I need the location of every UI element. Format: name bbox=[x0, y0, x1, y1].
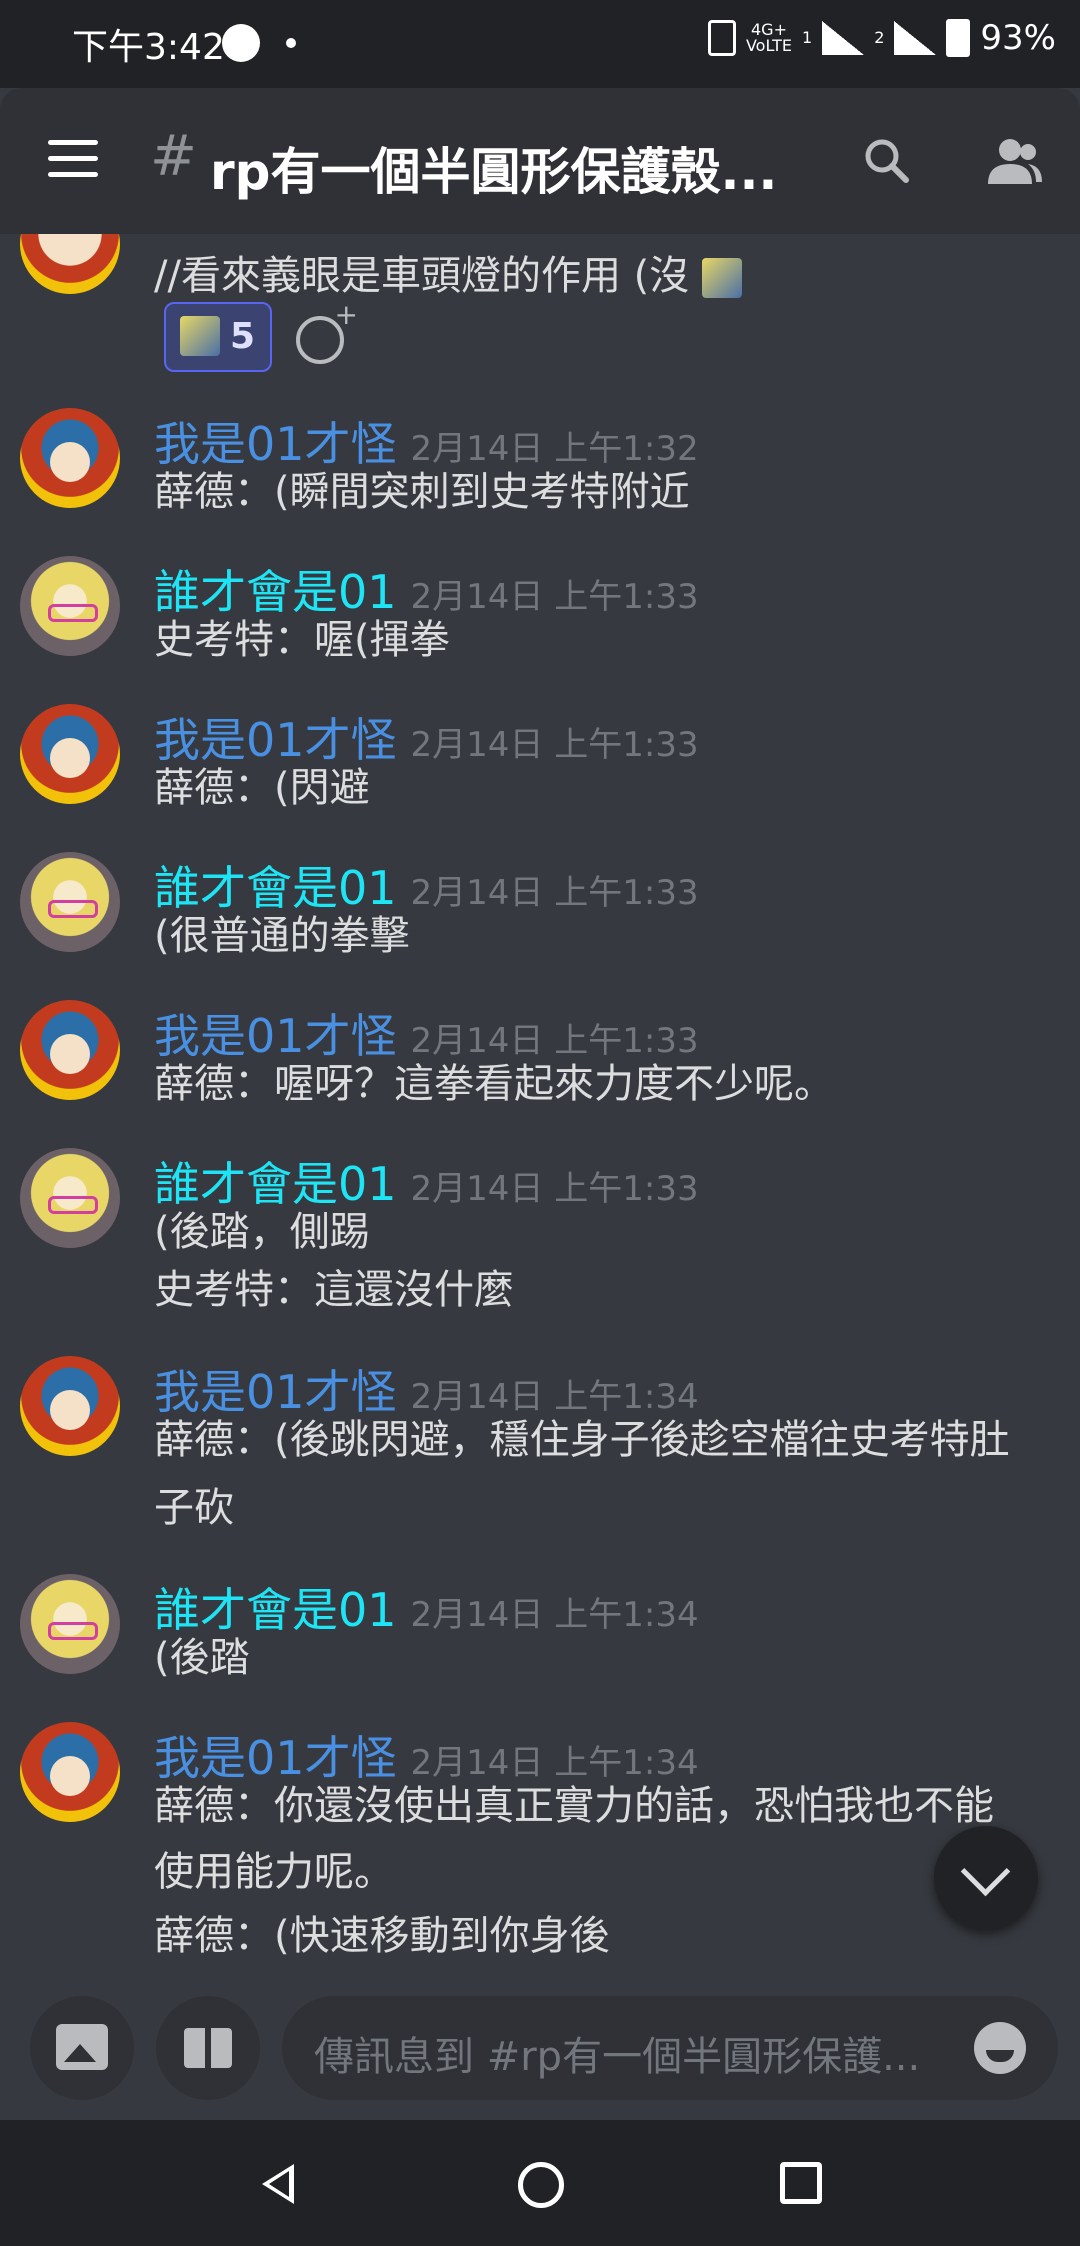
avatar[interactable] bbox=[20, 1722, 120, 1822]
signal-sim1-icon bbox=[822, 21, 865, 55]
notification-dot-icon bbox=[286, 38, 296, 48]
message-text: 子砍 bbox=[154, 1485, 234, 1531]
status-bar: 下午3:42 4G+ VoLTE 1 2 93% bbox=[0, 0, 1080, 88]
add-reaction-icon[interactable] bbox=[296, 298, 358, 364]
reaction-chip[interactable]: 5 bbox=[164, 302, 272, 372]
avatar[interactable] bbox=[20, 852, 120, 952]
avatar[interactable] bbox=[20, 556, 120, 656]
scroll-to-bottom-button[interactable] bbox=[934, 1826, 1038, 1930]
message-text: //看來義眼是車頭燈的作用 (沒 bbox=[154, 253, 690, 299]
avatar[interactable] bbox=[20, 704, 120, 804]
network-indicator: 4G+ VoLTE bbox=[746, 22, 792, 54]
channel-header: # rp有一個半圓形保護殼... bbox=[0, 88, 1080, 234]
sim2-indicator: 2 bbox=[874, 28, 885, 47]
home-icon[interactable] bbox=[518, 2162, 564, 2208]
message-composer: 傳訊息到 #rp有一個半圓形保護... bbox=[0, 1986, 1080, 2120]
signal-sim2-icon bbox=[894, 21, 937, 55]
avatar[interactable] bbox=[20, 1356, 120, 1456]
message-text: 使用能力呢。 bbox=[154, 1849, 394, 1895]
message-text: (後踏，側踢 bbox=[154, 1209, 370, 1255]
message-text: 薛德：(快速移動到你身後 bbox=[154, 1913, 610, 1959]
vibrate-icon bbox=[707, 20, 736, 56]
channel-hash-icon: # bbox=[150, 124, 197, 189]
members-icon[interactable] bbox=[984, 136, 1044, 186]
avatar[interactable] bbox=[20, 1000, 120, 1100]
avatar[interactable] bbox=[20, 1574, 120, 1674]
status-time: 下午3:42 bbox=[72, 27, 225, 68]
recent-apps-icon[interactable] bbox=[780, 2162, 822, 2204]
attach-image-button[interactable] bbox=[30, 1996, 134, 2100]
timestamp: 2月14日 上午1:33 bbox=[410, 873, 699, 913]
message-text: 薛德：你還沒使出真正實力的話，恐怕我也不能 bbox=[154, 1783, 994, 1829]
avatar[interactable] bbox=[20, 234, 120, 294]
message-text: (後踏 bbox=[154, 1635, 250, 1681]
message-text: 史考特：這還沒什麼 bbox=[154, 1267, 514, 1313]
message-text: (很普通的拳擊 bbox=[154, 913, 410, 959]
custom-emoji-icon bbox=[702, 258, 742, 298]
image-icon bbox=[56, 2024, 108, 2070]
reaction-emoji-icon bbox=[180, 316, 220, 356]
battery-icon bbox=[946, 19, 971, 57]
back-icon[interactable] bbox=[262, 2164, 294, 2204]
gift-button[interactable] bbox=[156, 1996, 260, 2100]
battery-percent: 93% bbox=[980, 18, 1056, 58]
avatar[interactable] bbox=[20, 408, 120, 508]
message-text: 薛德：喔呀？這拳看起來力度不少呢。 bbox=[154, 1061, 834, 1107]
message-input[interactable]: 傳訊息到 #rp有一個半圓形保護... bbox=[282, 1996, 1058, 2100]
emoji-picker-icon[interactable] bbox=[974, 2022, 1026, 2074]
message-text: 史考特：喔(揮拳 bbox=[154, 617, 450, 663]
notification-icon bbox=[222, 24, 260, 62]
gift-icon bbox=[184, 2028, 232, 2068]
system-nav-bar bbox=[0, 2120, 1080, 2246]
timestamp: 2月14日 上午1:33 bbox=[410, 577, 699, 617]
message-text: 薛德：(閃避 bbox=[154, 765, 370, 811]
message-list[interactable]: //看來義眼是車頭燈的作用 (沒 5 我是01才怪2月14日 上午1:32 薛德… bbox=[0, 234, 1080, 1986]
avatar[interactable] bbox=[20, 1148, 120, 1248]
timestamp: 2月14日 上午1:34 bbox=[410, 1595, 699, 1635]
message-input-placeholder: 傳訊息到 #rp有一個半圓形保護... bbox=[314, 2034, 921, 2080]
reaction-count: 5 bbox=[230, 316, 256, 357]
search-icon[interactable] bbox=[862, 136, 912, 186]
timestamp: 2月14日 上午1:33 bbox=[410, 725, 699, 765]
message-text: 薛德：(後跳閃避，穩住身子後趁空檔往史考特肚 bbox=[154, 1417, 1010, 1463]
menu-icon[interactable] bbox=[48, 140, 98, 178]
volte-label: VoLTE bbox=[745, 36, 793, 55]
message-text: 薛德：(瞬間突刺到史考特附近 bbox=[154, 469, 690, 515]
sim1-indicator: 1 bbox=[802, 28, 813, 47]
channel-title[interactable]: rp有一個半圓形保護殼... bbox=[210, 132, 777, 204]
timestamp: 2月14日 上午1:33 bbox=[410, 1169, 699, 1209]
